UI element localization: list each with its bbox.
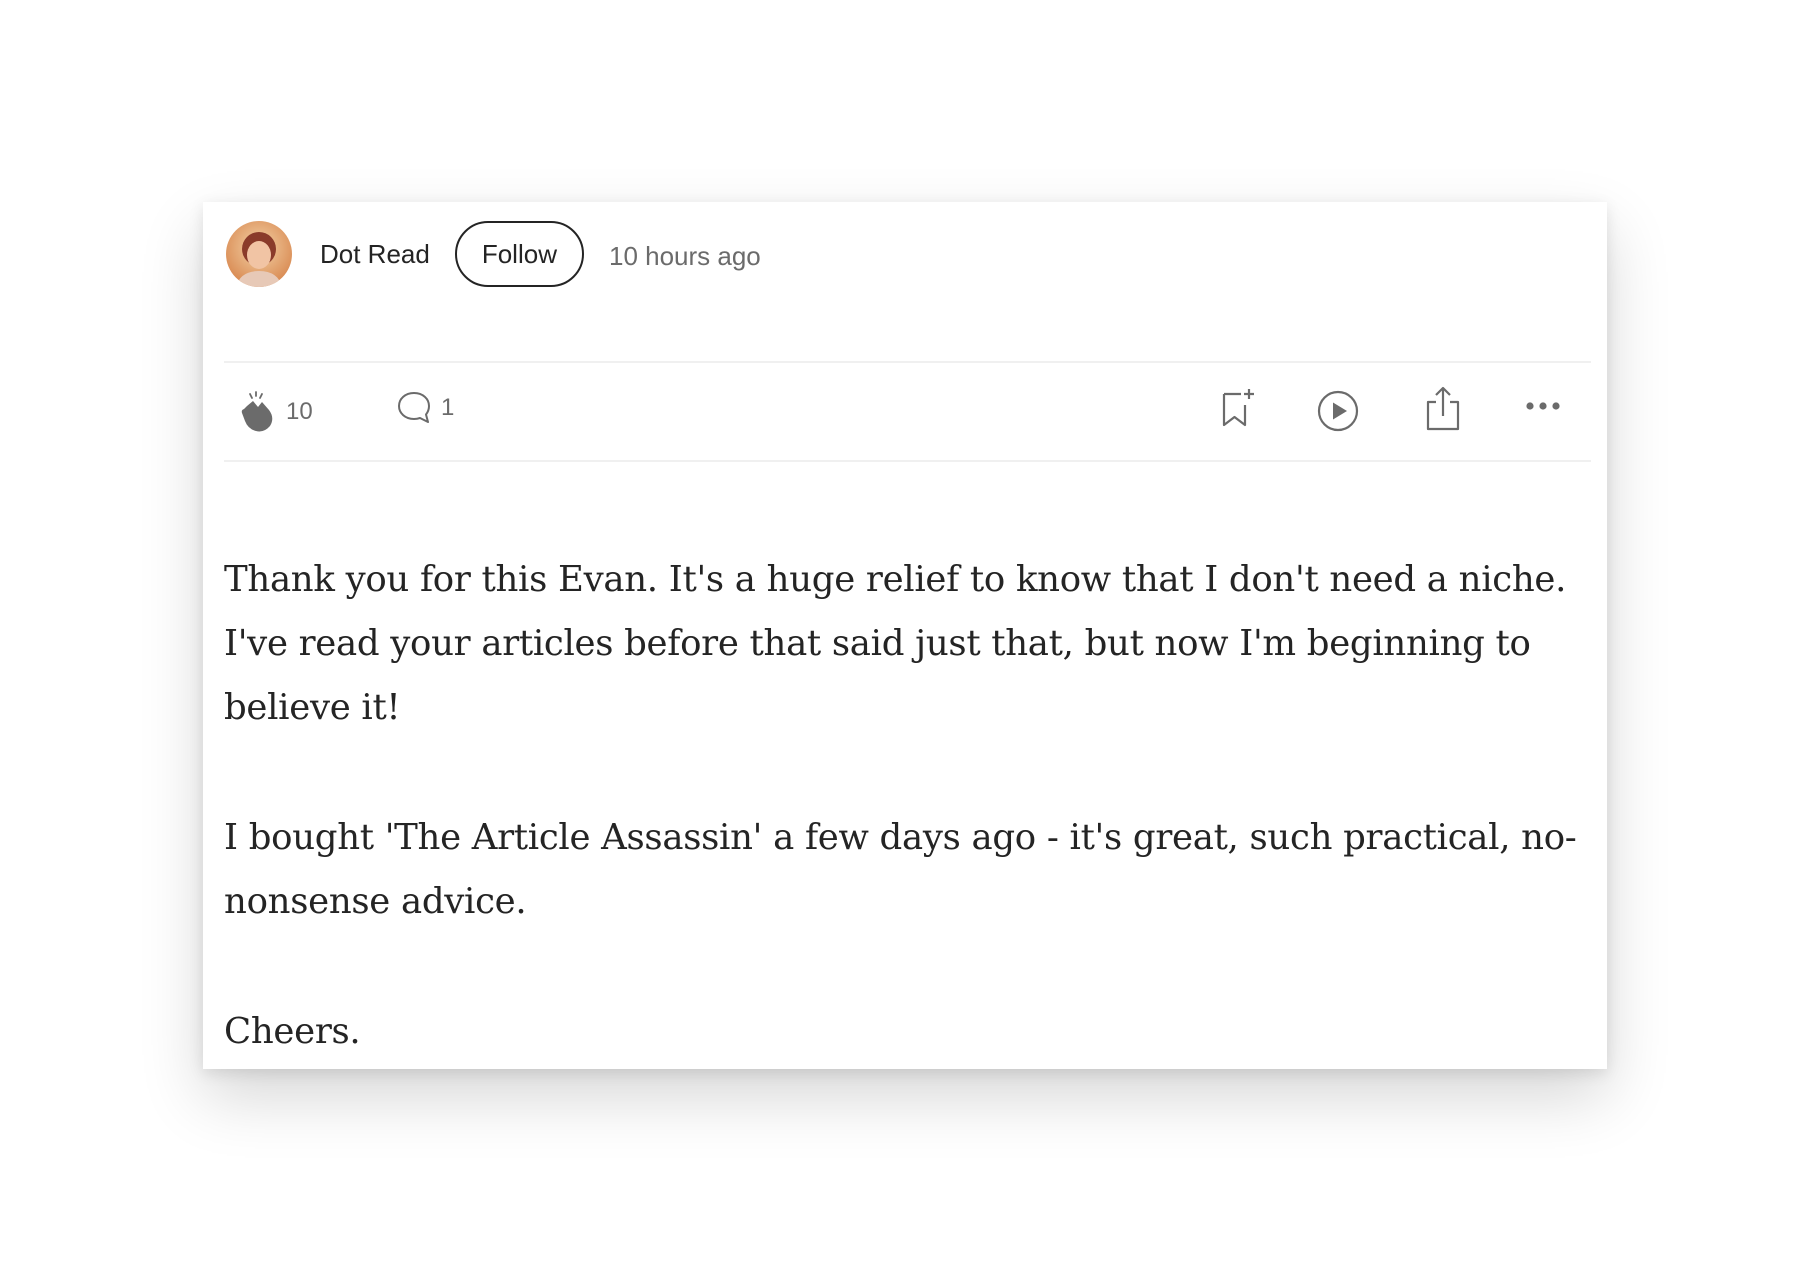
avatar[interactable] bbox=[226, 221, 292, 287]
share-icon bbox=[1424, 385, 1462, 433]
timestamp: 10 hours ago bbox=[608, 240, 761, 271]
divider bbox=[224, 460, 1591, 462]
follow-button[interactable]: Follow bbox=[454, 221, 584, 287]
comment-paragraph: I bought 'The Article Assassin' a few da… bbox=[224, 817, 1577, 922]
comment-icon bbox=[395, 389, 433, 427]
bookmark-add-icon bbox=[1219, 387, 1259, 431]
comment-paragraph: Cheers. bbox=[224, 1011, 361, 1052]
comment-paragraph: Thank you for this Evan. It's a huge rel… bbox=[224, 559, 1567, 728]
share-button[interactable] bbox=[1424, 385, 1462, 433]
clap-count: 10 bbox=[286, 398, 313, 425]
clap-icon bbox=[238, 390, 278, 434]
responses-button[interactable]: 1 bbox=[395, 389, 454, 427]
comment-header: Dot Read Follow 10 hours ago bbox=[226, 220, 761, 288]
listen-button[interactable] bbox=[1317, 390, 1359, 432]
comment-body: Thank you for this Evan. It's a huge rel… bbox=[224, 548, 1596, 1069]
action-bar: 10 1 bbox=[203, 363, 1607, 460]
more-options-button[interactable] bbox=[1525, 399, 1561, 413]
save-button[interactable] bbox=[1219, 387, 1259, 431]
comment-card: Dot Read Follow 10 hours ago 10 1 Thank … bbox=[203, 202, 1607, 1069]
clap-button[interactable]: 10 bbox=[238, 390, 313, 434]
play-icon bbox=[1317, 390, 1359, 432]
response-count: 1 bbox=[441, 394, 455, 421]
author-name[interactable]: Dot Read bbox=[320, 239, 430, 270]
more-icon bbox=[1525, 399, 1561, 413]
